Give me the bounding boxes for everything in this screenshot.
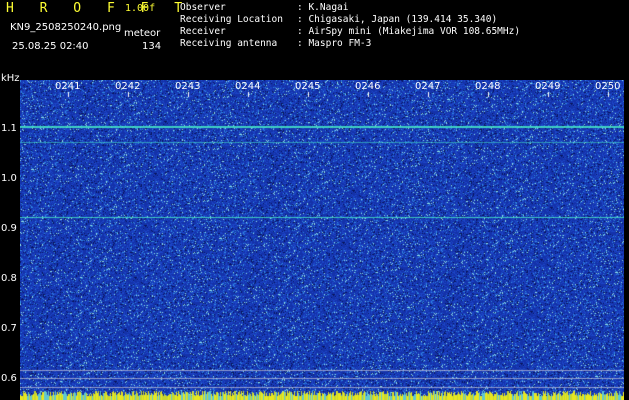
y-tick-label: 0.7 bbox=[1, 323, 17, 334]
y-tick-label: 0.8 bbox=[1, 273, 17, 284]
y-tick-label: 0.9 bbox=[1, 223, 17, 234]
y-tick-label: 1.0 bbox=[1, 173, 17, 184]
file-name: KN9_2508250240.png bbox=[10, 22, 122, 33]
time-tick-label: 0246 bbox=[355, 81, 381, 92]
time-tick-label: 0245 bbox=[295, 81, 321, 92]
time-tick-label: 0243 bbox=[175, 81, 201, 92]
location-label: Receiving Location bbox=[180, 14, 283, 25]
time-tick-label: 0244 bbox=[235, 81, 261, 92]
observer-label: Observer bbox=[180, 2, 226, 13]
time-tick-label: 0248 bbox=[475, 81, 501, 92]
receiver-value: : AirSpy mini (Miakejima VOR 108.65MHz) bbox=[297, 26, 521, 37]
hroft-display: H R O F F T 1.00f KN9_2508250240.png met… bbox=[0, 0, 629, 400]
waterfall-spectrogram bbox=[20, 80, 624, 400]
location-value: : Chigasaki, Japan (139.414 35.340) bbox=[297, 14, 498, 25]
observation-datetime: 25.08.25 02:40 bbox=[12, 41, 89, 52]
time-tick-label: 0247 bbox=[415, 81, 441, 92]
antenna-label: Receiving antenna bbox=[180, 38, 278, 49]
receiver-label: Receiver bbox=[180, 26, 226, 37]
app-version: 1.00f bbox=[125, 3, 156, 14]
time-tick-label: 0250 bbox=[595, 81, 621, 92]
y-axis-unit: kHz bbox=[1, 73, 20, 84]
time-tick-label: 0249 bbox=[535, 81, 561, 92]
antenna-value: : Maspro FM-3 bbox=[297, 38, 372, 49]
y-tick-label: 0.6 bbox=[1, 373, 17, 384]
meteor-count: 134 bbox=[142, 41, 162, 52]
time-tick-label: 0241 bbox=[55, 81, 81, 92]
app-title: H R O F F T bbox=[6, 1, 192, 16]
y-tick-label: 1.1 bbox=[1, 123, 17, 134]
spectrogram-canvas bbox=[20, 80, 624, 400]
observer-value: : K.Nagai bbox=[297, 2, 349, 13]
time-tick-label: 0242 bbox=[115, 81, 141, 92]
observation-type: meteor bbox=[124, 28, 161, 39]
